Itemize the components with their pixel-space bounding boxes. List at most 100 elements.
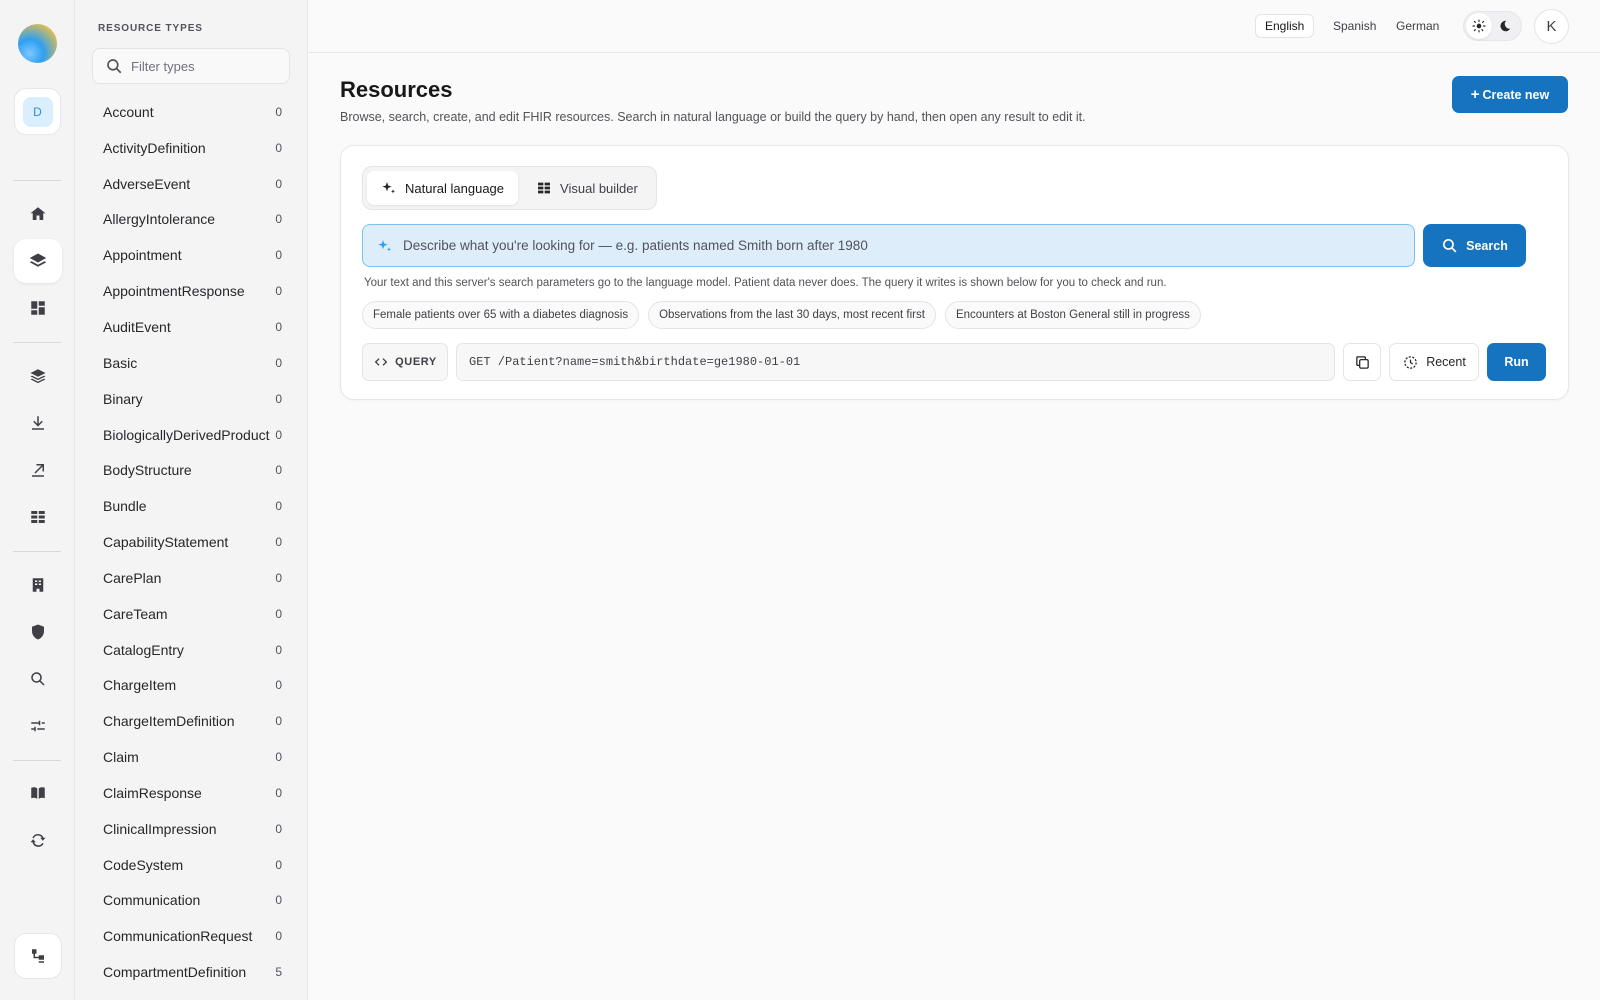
suggestion-chip[interactable]: Encounters at Boston General still in pr… <box>944 301 1201 329</box>
query-label: QUERY <box>362 343 448 381</box>
resource-type-item[interactable]: Account 0 <box>92 94 290 130</box>
main-content: Resources Browse, search, create, and ed… <box>308 53 1600 1000</box>
layers-icon[interactable] <box>14 239 62 283</box>
suggestion-chip[interactable]: Observations from the last 30 days, most… <box>648 301 936 329</box>
sparkle-icon <box>378 239 391 251</box>
table-icon[interactable] <box>14 495 62 539</box>
sliders-icon[interactable] <box>14 704 62 748</box>
resource-type-count: 0 <box>275 678 282 693</box>
natural-language-input[interactable] <box>403 238 1383 253</box>
stack-icon[interactable] <box>14 354 62 398</box>
copy-button[interactable] <box>1343 343 1381 381</box>
resource-type-name: Account <box>103 103 154 120</box>
resource-type-item[interactable]: ClinicalImpression 0 <box>92 811 290 847</box>
resource-type-name: ChargeItemDefinition <box>103 713 235 730</box>
search-icon <box>1443 238 1457 253</box>
resource-type-item[interactable]: CodeSystem 0 <box>92 847 290 883</box>
rail-divider <box>13 760 61 761</box>
natural-language-field[interactable] <box>362 224 1415 267</box>
workspace-switcher[interactable]: D <box>14 88 61 135</box>
recent-button[interactable]: Recent <box>1389 343 1479 381</box>
resource-type-item[interactable]: CapabilityStatement 0 <box>92 524 290 560</box>
resource-types-heading: RESOURCE TYPES <box>98 23 203 34</box>
resource-type-count: 0 <box>275 535 282 550</box>
resource-type-item[interactable]: BodyStructure 0 <box>92 452 290 488</box>
language-spanish[interactable]: Spanish <box>1324 14 1385 38</box>
resource-type-count: 0 <box>275 893 282 908</box>
shield-icon[interactable] <box>14 610 62 654</box>
search-button[interactable]: Search <box>1423 224 1526 267</box>
resource-type-item[interactable]: CatalogEntry 0 <box>92 632 290 668</box>
resource-type-name: AuditEvent <box>103 318 171 335</box>
resource-type-item[interactable]: Appointment 0 <box>92 237 290 273</box>
export-icon[interactable] <box>14 448 62 492</box>
resource-type-item[interactable]: Bundle 0 <box>92 488 290 524</box>
tree-icon[interactable] <box>14 933 62 979</box>
moon-icon[interactable] <box>1492 13 1518 39</box>
tab-visual-builder[interactable]: Visual builder <box>522 171 652 205</box>
resource-type-count: 0 <box>275 319 282 334</box>
resource-type-count: 0 <box>275 248 282 263</box>
resource-type-name: CommunicationRequest <box>103 928 253 945</box>
suggestion-chips: Female patients over 65 with a diabetes … <box>362 301 1201 329</box>
create-new-button[interactable]: + Create new <box>1452 76 1568 113</box>
building-icon[interactable] <box>14 563 62 607</box>
query-input[interactable] <box>456 343 1335 381</box>
theme-toggle[interactable] <box>1463 11 1522 41</box>
language-german[interactable]: German <box>1387 14 1448 38</box>
resource-type-count: 0 <box>275 104 282 119</box>
resource-type-item[interactable]: CommunicationRequest 0 <box>92 918 290 954</box>
resource-type-item[interactable]: ChargeItemDefinition 0 <box>92 703 290 739</box>
resource-type-item[interactable]: Basic 0 <box>92 345 290 381</box>
search-mode-tabs: Natural language Visual builder <box>362 166 657 210</box>
page-subtitle: Browse, search, create, and edit FHIR re… <box>340 110 1086 124</box>
home-icon[interactable] <box>14 192 62 236</box>
resource-type-item[interactable]: CareTeam 0 <box>92 596 290 632</box>
run-button[interactable]: Run <box>1487 343 1546 381</box>
resource-type-item[interactable]: CarePlan 0 <box>92 560 290 596</box>
resource-type-item[interactable]: Claim 0 <box>92 739 290 775</box>
sun-icon[interactable] <box>1466 13 1492 39</box>
resource-type-name: CarePlan <box>103 569 162 586</box>
sparkle-icon <box>382 182 395 194</box>
recent-button-label: Recent <box>1426 355 1466 369</box>
resource-type-count: 0 <box>275 284 282 299</box>
language-english[interactable]: English <box>1255 14 1315 38</box>
resource-type-name: CapabilityStatement <box>103 534 229 551</box>
resource-type-item[interactable]: BiologicallyDerivedProduct 0 <box>92 417 290 453</box>
resource-type-item[interactable]: ChargeItem 0 <box>92 668 290 704</box>
resource-type-name: BiologicallyDerivedProduct <box>103 426 270 443</box>
code-icon <box>374 358 388 366</box>
tab-natural-language[interactable]: Natural language <box>367 171 519 205</box>
resource-types-panel: RESOURCE TYPES Account 0 ActivityDefinitio… <box>75 0 308 1000</box>
dashboard-icon[interactable] <box>14 286 62 330</box>
query-label-text: QUERY <box>395 356 437 368</box>
resource-type-item[interactable]: Binary 0 <box>92 381 290 417</box>
resource-type-name: AdverseEvent <box>103 175 191 192</box>
resource-type-item[interactable]: AuditEvent 0 <box>92 309 290 345</box>
search-icon[interactable] <box>14 657 62 701</box>
resource-type-item[interactable]: ClaimResponse 0 <box>92 775 290 811</box>
resource-type-count: 0 <box>275 499 282 514</box>
resource-type-name: Communication <box>103 892 201 909</box>
resource-type-count: 0 <box>275 785 282 800</box>
book-icon[interactable] <box>14 771 62 815</box>
resource-type-name: AllergyIntolerance <box>103 211 216 228</box>
filter-types-field[interactable] <box>92 48 290 84</box>
resource-type-item[interactable]: Communication 0 <box>92 883 290 919</box>
avatar[interactable]: K <box>1534 9 1569 44</box>
resource-type-name: CareTeam <box>103 605 168 622</box>
resource-type-item[interactable]: ActivityDefinition 0 <box>92 130 290 166</box>
resource-type-count: 0 <box>275 821 282 836</box>
app-logo[interactable] <box>18 24 57 63</box>
download-icon[interactable] <box>14 401 62 445</box>
sync-icon[interactable] <box>14 818 62 862</box>
filter-types-input[interactable] <box>131 58 281 74</box>
privacy-note: Your text and this server's search param… <box>364 277 1167 289</box>
resource-type-item[interactable]: AllergyIntolerance 0 <box>92 202 290 238</box>
resource-type-name: ChargeItem <box>103 677 177 694</box>
resource-type-item[interactable]: CompartmentDefinition 5 <box>92 954 290 990</box>
resource-type-item[interactable]: AdverseEvent 0 <box>92 166 290 202</box>
suggestion-chip[interactable]: Female patients over 65 with a diabetes … <box>362 301 640 329</box>
resource-type-item[interactable]: AppointmentResponse 0 <box>92 273 290 309</box>
